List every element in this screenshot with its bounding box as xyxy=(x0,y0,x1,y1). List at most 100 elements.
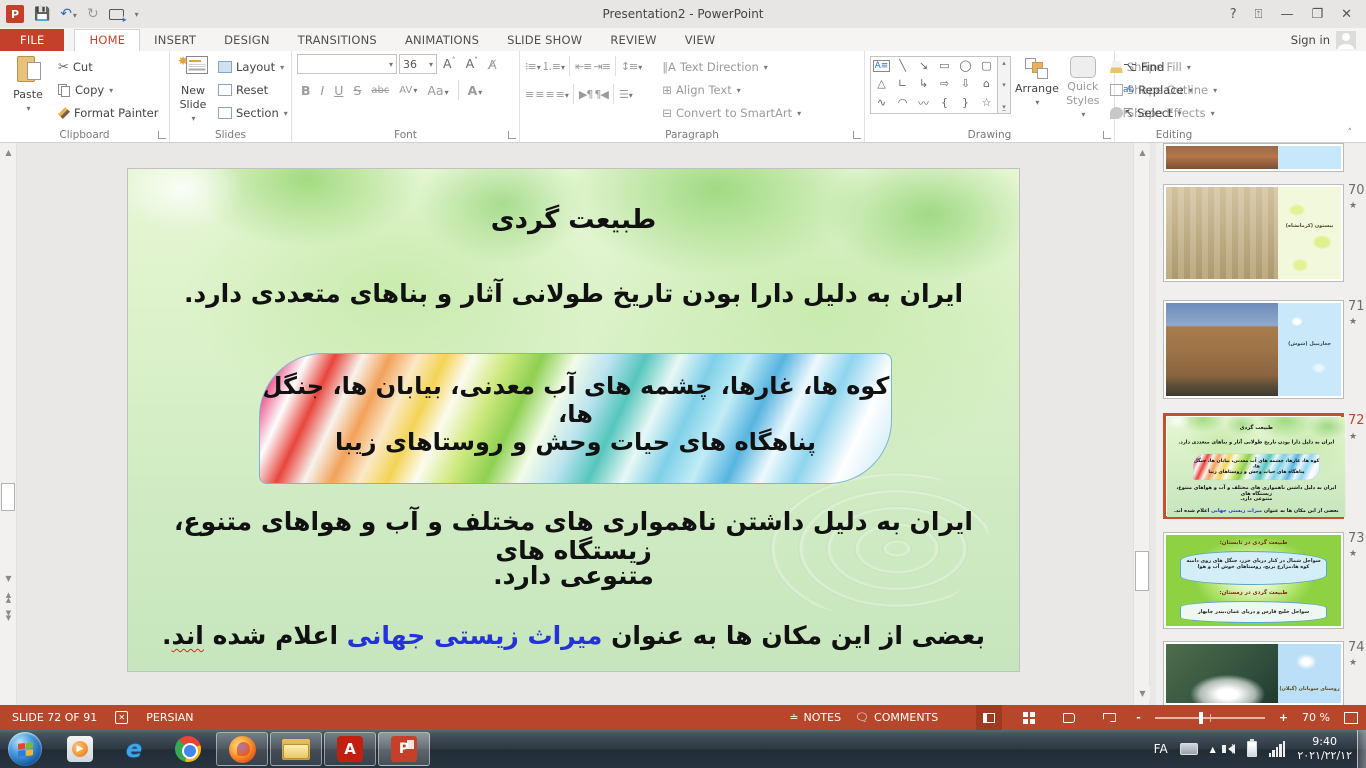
user-avatar[interactable] xyxy=(1336,31,1356,49)
clipboard-dialog-launcher[interactable] xyxy=(158,131,166,139)
line-spacing-icon[interactable]: ↕≡▾ xyxy=(621,60,641,73)
underline-button[interactable]: U xyxy=(330,83,347,98)
rtl-direction-icon[interactable]: ¶◀ xyxy=(594,88,607,101)
zoom-slider[interactable] xyxy=(1155,717,1265,719)
font-color-button[interactable]: A▾ xyxy=(464,83,487,98)
slide-body-line1[interactable]: ایران به دلیل دارا بودن تاریخ طولانی آثا… xyxy=(128,279,1019,308)
editor-scrollbar[interactable]: ▲ ▼ ▲▲ ▼▼ xyxy=(0,143,17,705)
subscript-abc-button[interactable]: abc xyxy=(367,85,393,96)
slide-body-line3[interactable]: بعضی از این مکان ها به عنوان میراث زیستی… xyxy=(128,621,1019,650)
text-direction-button[interactable]: ∥AText Direction▾ xyxy=(659,56,804,78)
shape-triangle-icon[interactable]: △ xyxy=(877,77,885,90)
thumbnails-scroll-down-icon[interactable]: ▼ xyxy=(1135,686,1150,701)
editor-scrollbar-thumb[interactable] xyxy=(1,483,15,511)
paragraph-dialog-launcher[interactable] xyxy=(853,131,861,139)
shape-right-brace-icon[interactable]: } xyxy=(962,96,969,109)
slide-title[interactable]: طبیعت گردی xyxy=(128,205,1019,235)
notes-button[interactable]: ≐NOTES xyxy=(789,711,841,724)
undo-icon[interactable]: ↶▾ xyxy=(60,6,77,22)
thumbnails-scrollbar-thumb[interactable] xyxy=(1135,551,1149,591)
shapes-more-icon[interactable]: ▾̲ xyxy=(1002,103,1006,111)
find-button[interactable]: ⌥Find xyxy=(1120,56,1196,78)
thumbnails-scroll-up-icon[interactable]: ▲ xyxy=(1135,145,1150,160)
bullets-icon[interactable]: ⁝≡▾ xyxy=(525,60,540,73)
shape-oval-icon[interactable]: ◯ xyxy=(959,59,971,72)
clock[interactable]: 9:40 ۲۰۲۱/۲۲/۱۲ xyxy=(1297,735,1352,764)
tab-review[interactable]: REVIEW xyxy=(596,30,670,51)
taskbar-firefox-button[interactable] xyxy=(216,732,268,766)
paste-button[interactable]: Paste▾ xyxy=(5,54,51,126)
language-indicator[interactable]: PERSIAN xyxy=(146,711,193,724)
battery-icon[interactable] xyxy=(1247,741,1257,757)
ribbon-display-options-icon[interactable]: ⍐ xyxy=(1255,7,1263,22)
powerpoint-app-icon[interactable]: P xyxy=(6,5,24,23)
shape-star-icon[interactable]: ☆ xyxy=(982,96,992,109)
fit-slide-to-window-icon[interactable] xyxy=(1344,712,1358,724)
slide-thumbnail-71[interactable]: چغازنبیل (شوش) xyxy=(1163,300,1344,399)
scroll-up-icon[interactable]: ▲ xyxy=(1,145,16,160)
new-slide-button[interactable]: ✸ New Slide▾ xyxy=(175,54,211,126)
tab-view[interactable]: VIEW xyxy=(671,30,730,51)
slide-thumbnail-73[interactable]: طبیعت گردی در تابستان: سواحل شمال در کنا… xyxy=(1163,532,1344,629)
close-button[interactable]: ✕ xyxy=(1341,7,1352,22)
layout-button[interactable]: Layout▾ xyxy=(215,56,291,78)
slide-sorter-view-button[interactable] xyxy=(1016,705,1042,730)
save-icon[interactable]: 💾 xyxy=(34,7,50,22)
shapes-scroll-up-icon[interactable]: ▴ xyxy=(1002,59,1006,67)
font-name-combo[interactable]: ▾ xyxy=(297,54,397,74)
shape-curve-icon[interactable]: 〰 xyxy=(918,95,929,111)
align-right-icon[interactable]: ≡ xyxy=(545,88,553,101)
replace-button[interactable]: abReplace▾ xyxy=(1120,79,1196,101)
grow-font-button[interactable]: A˄ xyxy=(439,56,460,71)
restore-button[interactable]: ❐ xyxy=(1311,7,1323,22)
align-left-icon[interactable]: ≡ xyxy=(525,88,533,101)
copy-button[interactable]: Copy▾ xyxy=(55,79,161,101)
character-spacing-button[interactable]: AV▾ xyxy=(395,85,421,96)
font-dialog-launcher[interactable] xyxy=(508,131,516,139)
slide-body-line2[interactable]: ایران به دلیل داشتن ناهمواری های مختلف و… xyxy=(128,507,1019,565)
ltr-direction-icon[interactable]: ▶¶ xyxy=(579,88,592,101)
shape-elbow-arrow-icon[interactable]: ↳ xyxy=(919,77,928,90)
sign-in-link[interactable]: Sign in xyxy=(1291,33,1330,47)
section-button[interactable]: Section▾ xyxy=(215,102,291,124)
rainbow-callout-shape[interactable]: کوه ها، غارها، چشمه های آب معدنی، بیابان… xyxy=(259,353,892,484)
slide-thumbnail-72-selected[interactable]: طبیعت گردی ایران به دلیل دارا بودن تاریخ… xyxy=(1163,413,1344,519)
minimize-button[interactable]: — xyxy=(1280,7,1293,22)
tab-transitions[interactable]: TRANSITIONS xyxy=(284,30,391,51)
collapse-ribbon-icon[interactable]: ˄ xyxy=(1348,128,1353,138)
quick-styles-button[interactable]: Quick Styles▾ xyxy=(1063,54,1103,126)
reset-button[interactable]: Reset xyxy=(215,79,291,101)
shape-arrow-icon[interactable]: ↘ xyxy=(919,59,928,72)
input-language-indicator[interactable]: FA xyxy=(1154,742,1168,756)
taskbar-file-explorer-button[interactable] xyxy=(270,732,322,766)
comments-button[interactable]: 🗨COMMENTS xyxy=(855,711,938,724)
align-center-icon[interactable]: ≡ xyxy=(535,88,543,101)
zoom-out-button[interactable]: - xyxy=(1136,711,1141,724)
help-button[interactable]: ? xyxy=(1230,7,1237,22)
clear-formatting-button[interactable]: A̸ xyxy=(484,57,501,72)
slide-counter[interactable]: SLIDE 72 OF 91 xyxy=(12,711,97,724)
show-desktop-button[interactable] xyxy=(1357,730,1366,768)
shapes-scroll-down-icon[interactable]: ▾ xyxy=(1002,81,1006,89)
cut-button[interactable]: ✂Cut xyxy=(55,56,161,78)
taskbar-chrome-button[interactable] xyxy=(162,732,214,766)
zoom-in-button[interactable]: + xyxy=(1279,711,1288,724)
start-button[interactable] xyxy=(8,732,42,766)
change-case-button[interactable]: Aa▾ xyxy=(423,83,452,98)
font-size-combo[interactable]: 36▾ xyxy=(399,54,437,74)
shape-elbow-icon[interactable]: ∟ xyxy=(898,77,907,90)
justify-icon[interactable]: ≡▾ xyxy=(556,88,568,101)
taskbar-acrobat-button[interactable]: A xyxy=(324,732,376,766)
spellcheck-icon[interactable]: ✕ xyxy=(115,711,128,724)
network-signal-icon[interactable] xyxy=(1269,741,1286,757)
strikethrough-button[interactable]: S xyxy=(349,83,365,98)
thumbnails-scrollbar[interactable]: ▲ ▼ xyxy=(1133,143,1150,705)
increase-indent-icon[interactable]: ⇥≡ xyxy=(593,60,609,73)
reading-view-button[interactable] xyxy=(1056,705,1082,730)
normal-view-button[interactable] xyxy=(976,705,1002,730)
shape-scribble-icon[interactable]: ∿ xyxy=(877,96,886,109)
slideshow-view-button[interactable] xyxy=(1096,705,1122,730)
start-from-beginning-icon[interactable] xyxy=(109,9,124,20)
shape-left-brace-icon[interactable]: { xyxy=(941,96,948,109)
shape-arc-icon[interactable]: ◠ xyxy=(898,96,908,109)
